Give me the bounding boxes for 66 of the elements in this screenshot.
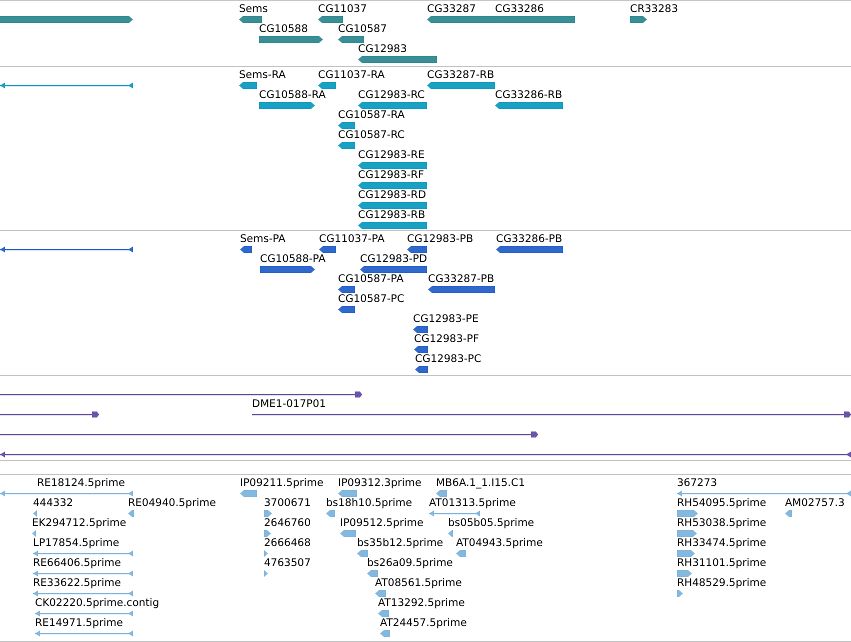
feature-label: Sems bbox=[239, 3, 268, 16]
feature-label: AT04943.5prime bbox=[456, 537, 543, 550]
feature-label: CK02220.5prime.contig bbox=[35, 597, 160, 610]
feature-label: CG33286-PB bbox=[496, 233, 562, 246]
feature-label: CG10588 bbox=[259, 23, 308, 36]
feature-label: CG10587 bbox=[338, 23, 387, 36]
feature-label: 2666468 bbox=[264, 537, 311, 550]
feature-label: RH53038.5prime bbox=[677, 517, 766, 530]
feature-label: RE14971.5prime bbox=[35, 617, 123, 630]
feature-label: CG10587-RC bbox=[338, 129, 405, 142]
feature-label: CG10587-PA bbox=[338, 273, 404, 286]
feature-label: CG33287-PB bbox=[428, 273, 494, 286]
feature-label: AT24457.5prime bbox=[380, 617, 467, 630]
feature-label: CG11037-PA bbox=[319, 233, 385, 246]
feature-label: Sems-PA bbox=[240, 233, 286, 246]
feature-label: CG12983-PB bbox=[407, 233, 474, 246]
feature-label: 367273 bbox=[677, 477, 718, 490]
feature-label: CG33287-RB bbox=[427, 69, 494, 82]
feature-label: CG12983 bbox=[358, 43, 407, 56]
feature-label: AM02757.3 bbox=[785, 497, 845, 510]
feature-label: CG33286-RB bbox=[495, 89, 562, 102]
feature-label: LP17854.5prime bbox=[33, 537, 120, 550]
feature-label: 4763507 bbox=[264, 557, 311, 570]
feature-label: CG12983-RC bbox=[358, 89, 425, 102]
feature-label: CG11037 bbox=[318, 3, 367, 16]
feature-label: RH31101.5prime bbox=[677, 557, 766, 570]
feature-label: AT08561.5prime bbox=[375, 577, 462, 590]
feature-label: EK294712.5prime bbox=[32, 517, 126, 530]
feature-label: RH48529.5prime bbox=[677, 577, 766, 590]
feature-label: RH33474.5prime bbox=[677, 537, 766, 550]
feature-label: CG12983-RD bbox=[358, 189, 426, 202]
feature-label: bs35b12.5prime bbox=[357, 537, 444, 550]
feature-label: CG10587-RA bbox=[338, 109, 405, 122]
feature-label: MB6A.1_1.I15.C1 bbox=[436, 477, 526, 490]
feature-label: CG12983-PE bbox=[413, 313, 479, 326]
feature-label: CG10588-RA bbox=[259, 89, 326, 102]
feature-label: IP09312.3prime bbox=[338, 477, 422, 490]
feature-label: AT13292.5prime bbox=[378, 597, 465, 610]
feature-label: RE04940.5prime bbox=[128, 497, 216, 510]
feature-label: CG33287 bbox=[427, 3, 476, 16]
feature-label: CR33283 bbox=[630, 3, 678, 16]
feature-label: RE33622.5prime bbox=[33, 577, 121, 590]
feature-label: bs05b05.5prime bbox=[448, 517, 534, 530]
feature-label: 2646760 bbox=[264, 517, 311, 530]
feature-label: CG12983-PD bbox=[360, 253, 428, 266]
feature-label: CG12983-RE bbox=[358, 149, 425, 162]
feature-label: RE18124.5prime bbox=[37, 477, 125, 490]
feature-label: RH54095.5prime bbox=[677, 497, 766, 510]
feature-label: CG12983-RB bbox=[358, 209, 426, 222]
feature-label: IP09211.5prime bbox=[240, 477, 324, 490]
feature-label: RE66406.5prime bbox=[33, 557, 121, 570]
feature-label: CG11037-RA bbox=[318, 69, 385, 82]
feature-label: 444332 bbox=[33, 497, 74, 510]
feature-label: CG12983-PF bbox=[414, 333, 480, 346]
feature-label: IP09512.5prime bbox=[340, 517, 424, 530]
feature-label: bs26a09.5prime bbox=[367, 557, 453, 570]
feature-label: CG12983-PC bbox=[415, 353, 482, 366]
feature-label: CG33286 bbox=[495, 3, 544, 16]
feature-label: CG12983-RF bbox=[358, 169, 424, 182]
feature-label: AT01313.5prime bbox=[429, 497, 516, 510]
feature-label: DME1-017P01 bbox=[252, 398, 326, 411]
feature-label: Sems-RA bbox=[239, 69, 286, 82]
feature-label: bs18h10.5prime bbox=[326, 497, 412, 510]
feature-label: CG10588-PA bbox=[260, 253, 326, 266]
feature-label: CG10587-PC bbox=[338, 293, 404, 306]
feature-label: 3700671 bbox=[264, 497, 311, 510]
